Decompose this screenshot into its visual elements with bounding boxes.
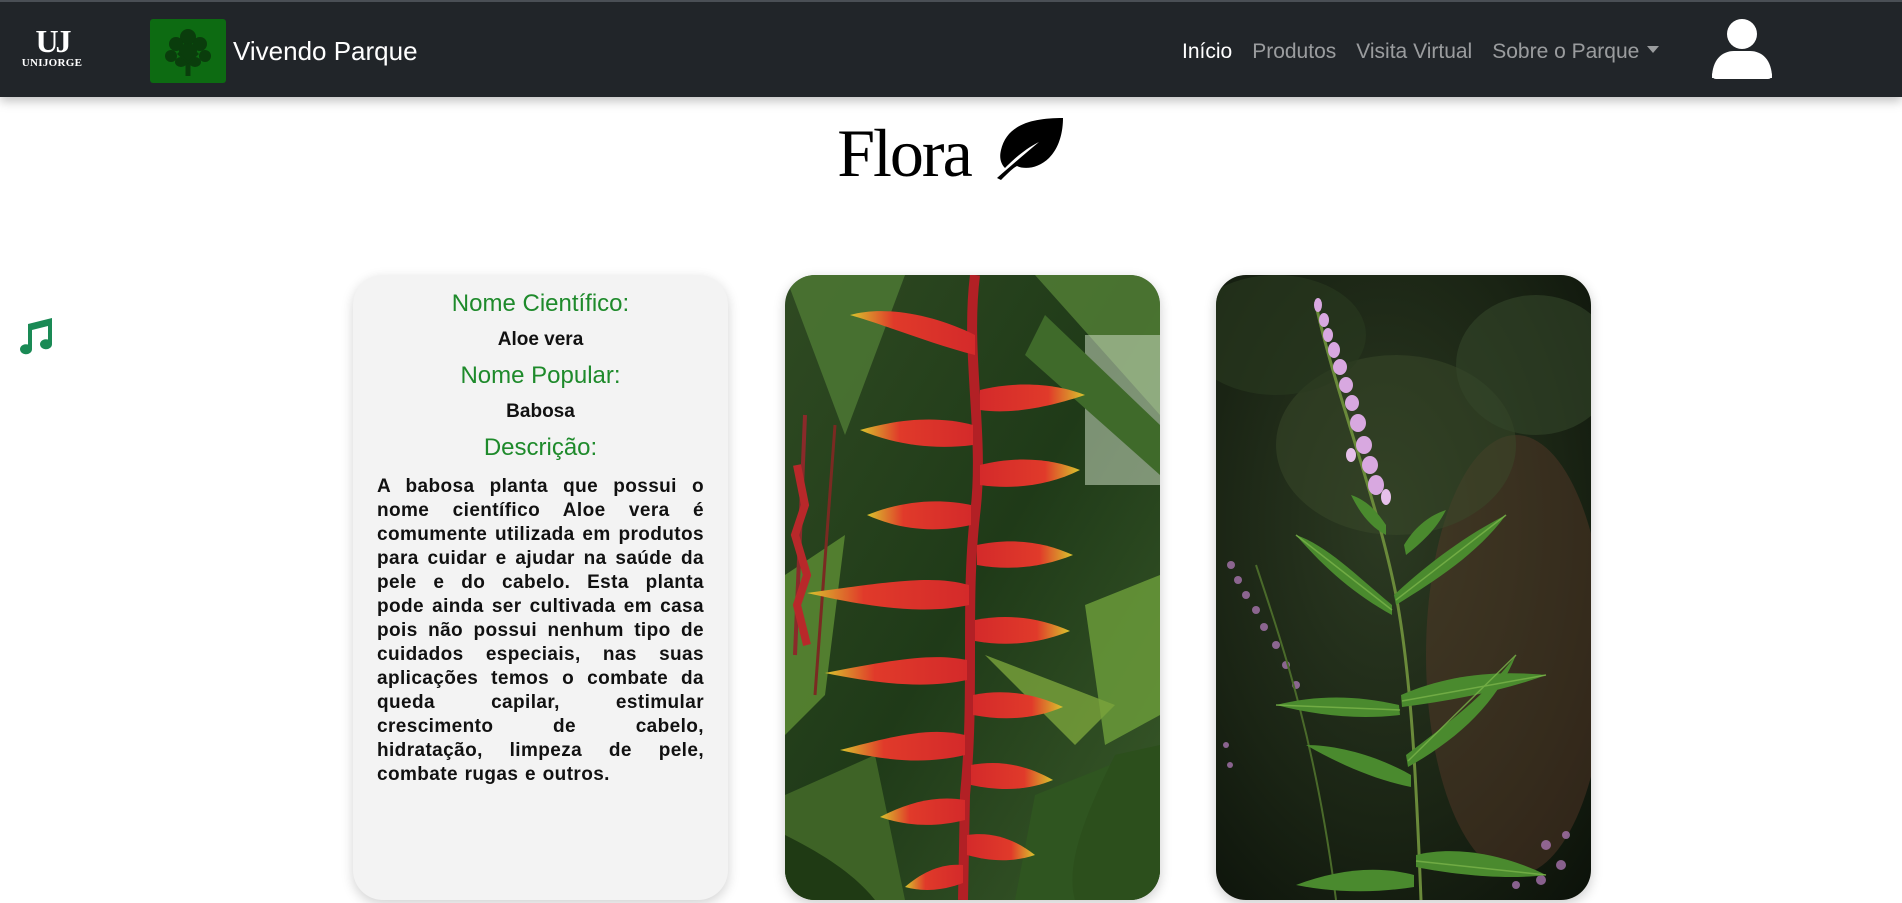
music-note-icon[interactable]	[14, 316, 54, 356]
park-tree-logo-icon	[150, 19, 226, 83]
nav-dropdown-label: Sobre o Parque	[1492, 40, 1640, 63]
popular-name-value: Babosa	[506, 401, 575, 422]
page-title: Flora	[0, 108, 1902, 198]
unijorge-logo[interactable]: UJ UNIJORGE	[18, 23, 86, 74]
purple-wildflower-photo[interactable]	[1216, 275, 1591, 900]
description-label: Descrição:	[483, 434, 598, 461]
page-title-text: Flora	[837, 115, 973, 191]
caret-down-icon	[1647, 46, 1660, 53]
user-icon[interactable]	[1710, 16, 1774, 80]
unijorge-logo-mark: UJ	[35, 23, 71, 59]
top-navbar: UJ UNIJORGE Vivendo Parque Início Produt…	[0, 0, 1902, 97]
nav-dropdown-sobre-o-parque[interactable]: Sobre o Parque	[1482, 38, 1669, 66]
leaf-icon	[993, 114, 1065, 180]
nav-link-inicio[interactable]: Início	[1172, 38, 1242, 66]
unijorge-logo-name: UNIJORGE	[21, 57, 83, 69]
popular-name-label: Nome Popular:	[460, 362, 621, 389]
scientific-name-label: Nome Científico:	[451, 290, 630, 317]
brand-home-link[interactable]: Vivendo Parque	[150, 19, 418, 83]
brand-name: Vivendo Parque	[233, 36, 418, 66]
nav-link-produtos[interactable]: Produtos	[1242, 38, 1346, 66]
description-text: A babosa planta que possui o nome cientí…	[377, 476, 704, 785]
scientific-name-value: Aloe vera	[497, 329, 584, 350]
heliconia-photo[interactable]	[785, 275, 1160, 900]
main-nav: Início Produtos Visita Virtual Sobre o P…	[1172, 38, 1669, 66]
plant-info-card: Nome Científico: Aloe vera Nome Popular:…	[353, 275, 728, 900]
nav-link-visita-virtual[interactable]: Visita Virtual	[1346, 38, 1482, 66]
